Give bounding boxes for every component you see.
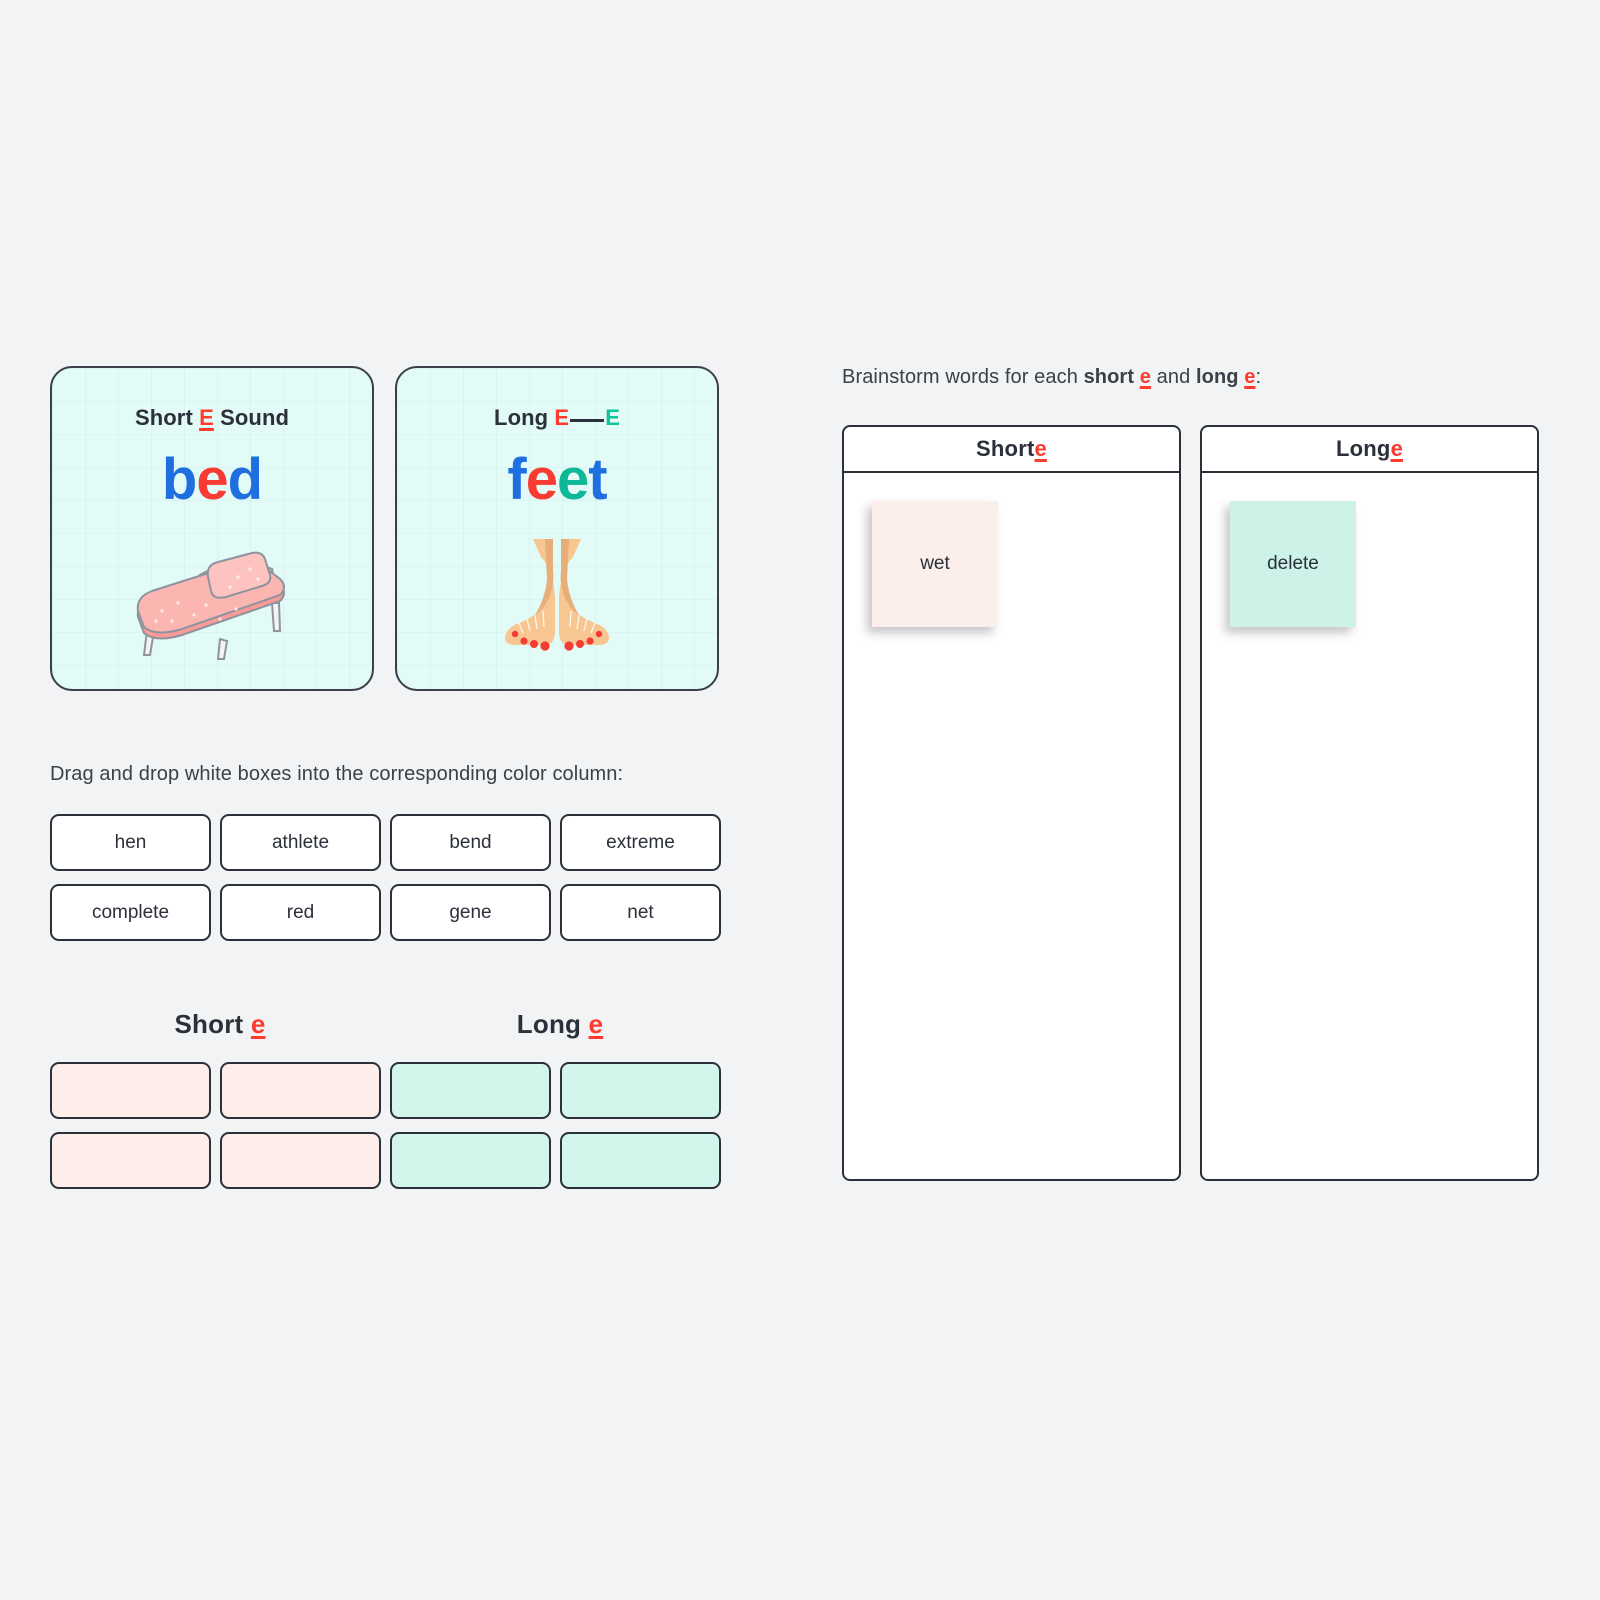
feet-illustration: [505, 539, 609, 651]
heading-blank-line: [570, 419, 605, 422]
heading-prefix: Long: [494, 405, 555, 430]
sort-heading-short-letter: e: [250, 1009, 266, 1039]
word-letter-f: f: [507, 447, 526, 512]
panel-header-letter: e: [1390, 436, 1403, 461]
long-e-sound-card: Long E E feet: [395, 366, 719, 691]
drop-slot-short-2[interactable]: [220, 1062, 381, 1119]
short-e-card-heading: Short E Sound: [135, 405, 289, 431]
word-chip-bend[interactable]: bend: [390, 814, 551, 871]
word-chip-extreme[interactable]: extreme: [560, 814, 721, 871]
drop-slot-grid: [50, 1062, 750, 1189]
word-letter-e2: e: [557, 447, 589, 512]
drop-slot-short-1[interactable]: [50, 1062, 211, 1119]
word-letter-b: b: [161, 447, 197, 512]
word-letter-t: t: [588, 447, 607, 512]
word-chip-hen[interactable]: hen: [50, 814, 211, 871]
heading-letter-e-last: E: [605, 405, 620, 430]
drop-slot-short-4[interactable]: [220, 1132, 381, 1189]
word-chip-red[interactable]: red: [220, 884, 381, 941]
bed-illustration: [136, 551, 285, 660]
panel-header-letter: e: [1034, 436, 1047, 461]
brainstorm-body-long-e[interactable]: delete: [1202, 473, 1537, 1179]
brainstorm-prompt-bold1: short: [1083, 366, 1140, 388]
sort-heading-short-e: Short e: [50, 1009, 390, 1040]
left-activity-column: Short E Sound bed Long E E feet Drag and…: [50, 366, 750, 1189]
sticky-note-wet[interactable]: wet: [872, 501, 998, 627]
brainstorm-prompt-letter2: e: [1244, 366, 1256, 388]
feet-illustration-wrapper: [497, 531, 617, 661]
drop-slot-long-1[interactable]: [390, 1062, 551, 1119]
brainstorm-header-short-e: Short e: [844, 427, 1179, 473]
sort-column-headings: Short e Long e: [50, 1009, 750, 1040]
sort-heading-long-letter: e: [588, 1009, 604, 1039]
brainstorm-prompt-part3: :: [1255, 366, 1262, 388]
brainstorm-panel-short-e[interactable]: Short e wet: [842, 425, 1181, 1181]
brainstorm-header-long-e: Long e: [1202, 427, 1537, 473]
heading-letter-e: E: [199, 405, 214, 430]
panel-header-prefix: Long: [1336, 436, 1391, 461]
panel-header-prefix: Short: [976, 436, 1035, 461]
sort-heading-short-prefix: Short: [174, 1009, 251, 1039]
word-chip-athlete[interactable]: athlete: [220, 814, 381, 871]
brainstorm-panel-long-e[interactable]: Long e delete: [1200, 425, 1539, 1181]
sticky-note-delete[interactable]: delete: [1230, 501, 1356, 627]
word-letter-e1: e: [525, 447, 558, 512]
brainstorm-column: Brainstorm words for each short e and lo…: [842, 366, 1550, 1181]
word-letter-e: e: [196, 447, 228, 512]
word-chip-complete[interactable]: complete: [50, 884, 211, 941]
brainstorm-body-short-e[interactable]: wet: [844, 473, 1179, 1179]
heading-letter-e-first: E: [554, 405, 570, 430]
drop-slot-long-2[interactable]: [560, 1062, 721, 1119]
drop-slot-short-3[interactable]: [50, 1132, 211, 1189]
heading-suffix: Sound: [213, 405, 290, 430]
sort-heading-long-e: Long e: [390, 1009, 730, 1040]
drop-slot-long-4[interactable]: [560, 1132, 721, 1189]
word-chip-gene[interactable]: gene: [390, 884, 551, 941]
long-e-card-heading: Long E E: [494, 405, 620, 431]
brainstorm-prompt-part1: Brainstorm words for each: [842, 366, 1084, 388]
brainstorm-prompt-part2: and: [1150, 366, 1196, 388]
word-bank-grid: hen athlete bend extreme complete red ge…: [50, 814, 750, 941]
sort-heading-long-prefix: Long: [516, 1009, 589, 1039]
brainstorm-prompt-bold2: long: [1195, 366, 1245, 388]
long-e-card-word: feet: [507, 451, 607, 509]
word-chip-net[interactable]: net: [560, 884, 721, 941]
drop-slot-long-3[interactable]: [390, 1132, 551, 1189]
brainstorm-prompt: Brainstorm words for each short e and lo…: [842, 366, 1550, 389]
brainstorm-panel-row: Short e wet Long e delete: [842, 425, 1550, 1181]
short-e-sound-card: Short E Sound bed: [50, 366, 374, 691]
word-letter-d: d: [227, 447, 263, 512]
brainstorm-prompt-letter1: e: [1139, 366, 1151, 388]
short-e-card-word: bed: [162, 451, 263, 509]
bed-illustration-wrapper: [112, 531, 312, 661]
heading-prefix: Short: [134, 405, 200, 430]
sound-card-row: Short E Sound bed Long E E feet: [50, 366, 750, 691]
drag-and-drop-prompt: Drag and drop white boxes into the corre…: [50, 763, 624, 785]
